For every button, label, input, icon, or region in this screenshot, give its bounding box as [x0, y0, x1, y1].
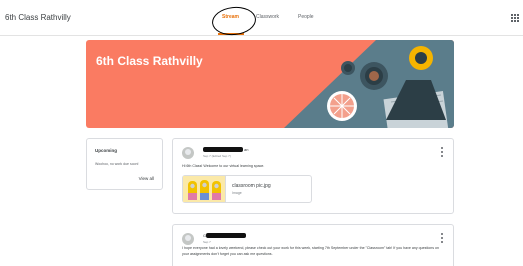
attachment-name: classroom pic.jpg [232, 183, 271, 189]
attachment-type: Image [232, 191, 242, 195]
stream-post: an Sep 7 (Edited Sep 7) Hi 6th Class! We… [172, 138, 454, 214]
more-options-icon[interactable] [441, 147, 444, 157]
tab-people[interactable]: People [298, 14, 314, 20]
tab-classwork[interactable]: Classwork [256, 14, 279, 20]
minion-thumbnail-image [188, 180, 221, 200]
post-date: Sep 7 (Edited Sep 7) [203, 154, 231, 158]
redacted-name [203, 147, 243, 153]
class-name[interactable]: 6th Class Rathvilly [5, 13, 71, 22]
more-options-icon[interactable] [441, 233, 444, 243]
class-banner: 6th Class Rathvilly [86, 40, 454, 128]
post-date: Sep 7 [203, 240, 211, 244]
top-bar: 6th Class Rathvilly Stream Classwork Peo… [0, 0, 523, 38]
post-author: an [203, 147, 249, 153]
upcoming-card: Upcoming Woohoo, no work due soon! View … [86, 138, 163, 190]
avatar [182, 147, 194, 159]
post-author: G [203, 233, 247, 239]
apps-grid-icon[interactable] [511, 14, 519, 22]
redacted-name [206, 233, 247, 239]
upcoming-empty-text: Woohoo, no work due soon! [95, 162, 139, 166]
avatar [182, 233, 194, 245]
attachment-card[interactable]: classroom pic.jpg Image [182, 175, 312, 203]
view-all-link[interactable]: View all [139, 176, 154, 181]
post-body: I hope everyone had a lovely weekend, pl… [182, 246, 440, 256]
stream-post: G Sep 7 I hope everyone had a lovely wee… [172, 224, 454, 266]
post-body: Hi 6th Class! Welcome to our virtual lea… [182, 164, 265, 168]
upcoming-title: Upcoming [95, 148, 117, 153]
attachment-thumbnail [183, 176, 226, 202]
author-suffix: an [244, 147, 249, 152]
banner-illustration [284, 40, 454, 128]
